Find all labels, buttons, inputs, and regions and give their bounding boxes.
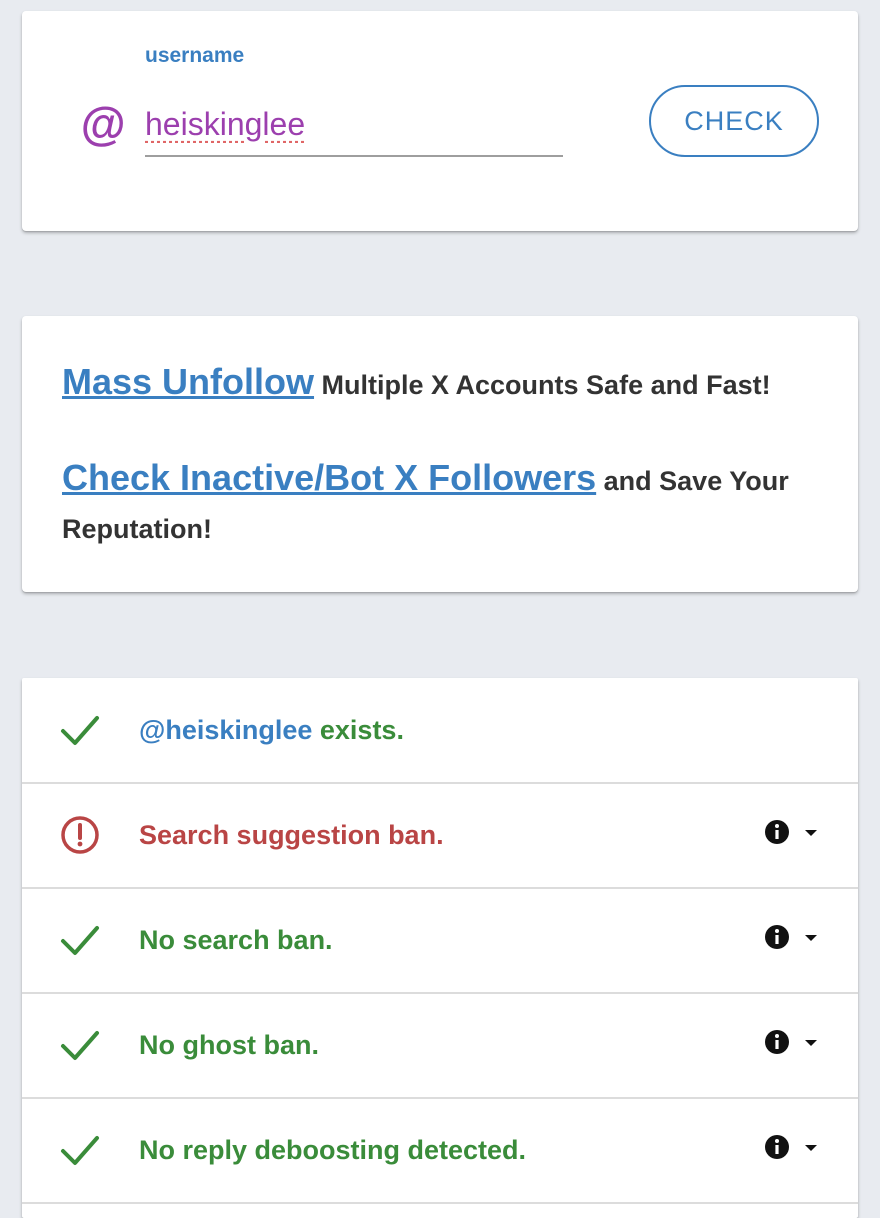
info-icon [765, 925, 789, 949]
caret-down-icon [805, 935, 817, 941]
info-dropdown-toggle[interactable] [764, 1029, 822, 1059]
checkmark-icon [61, 1136, 99, 1165]
at-sign-icon: @ [80, 98, 125, 150]
checkmark-icon [61, 1031, 99, 1060]
check-button[interactable]: CHECK [649, 85, 819, 157]
promo-line-mass-unfollow: Mass Unfollow Multiple X Accounts Safe a… [62, 358, 818, 409]
caret-down-icon [805, 830, 817, 836]
checkmark-icon [61, 716, 99, 745]
caret-down-icon [805, 1145, 817, 1151]
info-dropdown-toggle[interactable] [764, 819, 822, 849]
info-icon [765, 1135, 789, 1159]
result-row-search-suggestion-ban: Search suggestion ban. [22, 783, 858, 889]
promo-card: Mass Unfollow Multiple X Accounts Safe a… [22, 316, 858, 592]
info-icon [765, 1030, 789, 1054]
info-dropdown-toggle[interactable] [764, 924, 822, 954]
result-text-ghost-ban: No ghost ban. [139, 1030, 319, 1060]
result-text-exists: @heiskinglee exists. [139, 678, 404, 782]
username-search-card: @ username CHECK [22, 11, 858, 231]
result-row-search-ban: No search ban. [22, 888, 858, 994]
result-exists-suffix: exists. [312, 715, 404, 745]
result-row-exists: @heiskinglee exists. [22, 678, 858, 784]
mass-unfollow-link[interactable]: Mass Unfollow [62, 361, 314, 402]
results-list: @heiskinglee exists. Search suggestion b… [22, 678, 858, 1218]
result-text-search-suggestion-ban: Search suggestion ban. [139, 820, 444, 850]
result-username: @heiskinglee [139, 715, 313, 745]
promo-line-check-followers: Check Inactive/Bot X Followers and Save … [62, 454, 818, 553]
result-text-search-ban: No search ban. [139, 925, 333, 955]
caret-down-icon [805, 1040, 817, 1046]
result-row-ghost-ban: No ghost ban. [22, 993, 858, 1099]
info-dropdown-toggle[interactable] [764, 1134, 822, 1164]
checkmark-icon [61, 926, 99, 955]
username-label: username [145, 44, 245, 67]
result-row-reply-deboosting: No reply deboosting detected. [22, 1098, 858, 1204]
exclamation-circle-icon [61, 816, 99, 854]
info-icon [765, 820, 789, 844]
username-input[interactable] [145, 93, 563, 157]
result-text-reply-deboosting: No reply deboosting detected. [139, 1135, 527, 1165]
promo-line-1-text: Multiple X Accounts Safe and Fast! [314, 370, 771, 400]
check-inactive-followers-link[interactable]: Check Inactive/Bot X Followers [62, 457, 596, 498]
